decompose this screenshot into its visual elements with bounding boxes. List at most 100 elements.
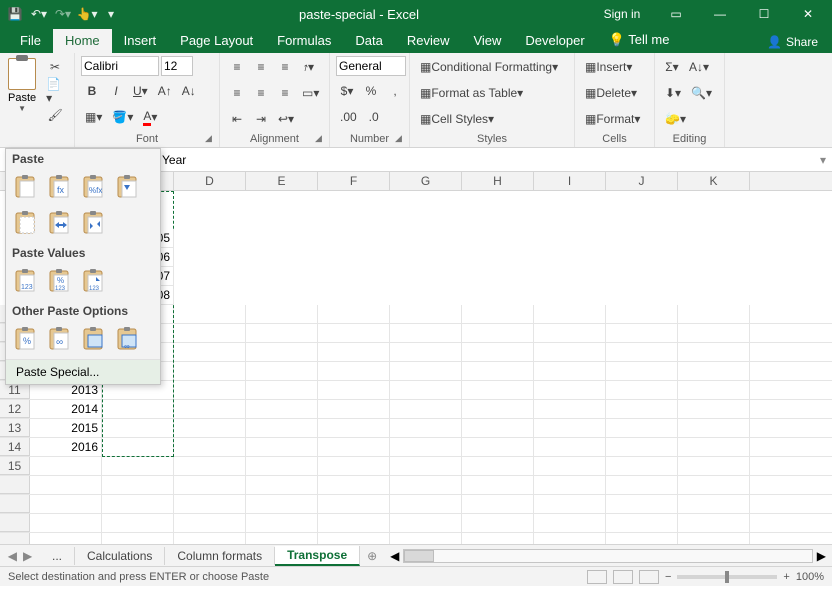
col-header[interactable]: J [606, 172, 678, 190]
cell[interactable] [534, 324, 606, 342]
cell[interactable]: 2016 [30, 438, 102, 456]
cell[interactable] [318, 400, 390, 418]
sheet-tab[interactable]: ... [40, 547, 75, 565]
tab-home[interactable]: Home [53, 29, 112, 53]
cell[interactable] [246, 457, 318, 475]
cell[interactable] [606, 438, 678, 456]
cell[interactable] [606, 400, 678, 418]
tab-developer[interactable]: Developer [513, 29, 596, 53]
bold-button[interactable]: B [81, 80, 103, 102]
cell[interactable] [246, 419, 318, 437]
cell[interactable] [390, 343, 462, 361]
comma-format-icon[interactable]: , [384, 80, 406, 102]
cell[interactable] [534, 419, 606, 437]
orientation-icon[interactable]: ⭎▾ [298, 56, 320, 78]
cell[interactable] [102, 457, 174, 475]
cell[interactable] [246, 438, 318, 456]
row-header[interactable]: 12 [0, 400, 30, 418]
cell[interactable] [606, 362, 678, 380]
cell[interactable] [462, 400, 534, 418]
close-icon[interactable]: ✕ [788, 0, 828, 28]
font-size-input[interactable] [161, 56, 193, 76]
cell[interactable] [390, 438, 462, 456]
cell[interactable] [318, 305, 390, 323]
fill-icon[interactable]: ⬇▾ [661, 82, 685, 104]
cell[interactable] [606, 381, 678, 399]
cell[interactable] [102, 400, 174, 418]
cell[interactable] [246, 324, 318, 342]
share-button[interactable]: 👤 Share [753, 31, 832, 53]
cut-icon[interactable]: ✂ [42, 56, 68, 78]
cell-styles-button[interactable]: ▦ Cell Styles▾ [416, 108, 571, 130]
paste-keep-source-formatting-icon[interactable] [114, 173, 142, 203]
paste-dropdown-arrow[interactable]: ▼ [18, 104, 26, 113]
cell[interactable] [174, 343, 246, 361]
number-format-select[interactable] [336, 56, 406, 76]
cell[interactable] [534, 305, 606, 323]
insert-cells-button[interactable]: ▦ Insert▾ [581, 56, 651, 78]
cell[interactable] [678, 324, 750, 342]
cell[interactable] [606, 305, 678, 323]
cell[interactable] [606, 343, 678, 361]
paste-formulas-icon[interactable]: fx [46, 173, 74, 203]
cell[interactable] [102, 419, 174, 437]
col-header[interactable]: K [678, 172, 750, 190]
row-header[interactable]: 14 [0, 438, 30, 456]
cell[interactable] [318, 381, 390, 399]
accounting-format-icon[interactable]: $▾ [336, 80, 358, 102]
format-as-table-button[interactable]: ▦ Format as Table▾ [416, 82, 571, 104]
cell[interactable] [318, 438, 390, 456]
sort-filter-icon[interactable]: A↓▾ [685, 56, 713, 78]
cell[interactable] [534, 362, 606, 380]
find-select-icon[interactable]: 🔍▾ [687, 82, 716, 104]
cell[interactable] [174, 457, 246, 475]
cell[interactable] [462, 457, 534, 475]
cell[interactable] [462, 419, 534, 437]
decrease-font-button[interactable]: A↓ [178, 80, 200, 102]
cell[interactable] [318, 419, 390, 437]
view-pagebreak-icon[interactable] [639, 570, 659, 584]
cell[interactable] [174, 438, 246, 456]
cell[interactable] [606, 457, 678, 475]
increase-font-button[interactable]: A↑ [154, 80, 176, 102]
cell[interactable] [390, 419, 462, 437]
conditional-formatting-button[interactable]: ▦ Conditional Formatting▾ [416, 56, 571, 78]
tab-formulas[interactable]: Formulas [265, 29, 343, 53]
cell[interactable]: 2015 [30, 419, 102, 437]
hscroll-left-icon[interactable]: ◀ [390, 549, 399, 563]
tab-file[interactable]: File [8, 29, 53, 53]
cell[interactable] [534, 381, 606, 399]
cell[interactable] [246, 305, 318, 323]
cell[interactable] [534, 457, 606, 475]
paste-button[interactable]: Paste ▼ [6, 56, 38, 115]
paste-linked-picture-icon[interactable]: ∞ [114, 325, 142, 355]
undo-icon[interactable]: ↶▾ [28, 3, 50, 25]
expand-formula-bar-icon[interactable]: ▾ [814, 153, 832, 167]
col-header[interactable]: E [246, 172, 318, 190]
paste-formatting-icon[interactable]: % [12, 325, 40, 355]
underline-button[interactable]: U▾ [129, 80, 152, 102]
align-bottom-icon[interactable]: ≡ [274, 56, 296, 78]
view-pagelayout-icon[interactable] [613, 570, 633, 584]
paste-values-icon[interactable]: 123 [12, 267, 40, 297]
touch-mode-icon[interactable]: 👆▾ [76, 3, 98, 25]
cell[interactable] [678, 457, 750, 475]
cell[interactable] [678, 381, 750, 399]
cell[interactable] [462, 343, 534, 361]
col-header[interactable]: F [318, 172, 390, 190]
cell[interactable] [462, 362, 534, 380]
cell[interactable] [606, 324, 678, 342]
increase-indent-icon[interactable]: ⇥ [250, 108, 272, 130]
paste-values-source-formatting-icon[interactable]: 123 [80, 267, 108, 297]
paste-link-icon[interactable]: ∞ [46, 325, 74, 355]
row-header[interactable]: 15 [0, 457, 30, 475]
copy-icon[interactable]: 📄▾ [42, 80, 68, 102]
cell[interactable]: 2014 [30, 400, 102, 418]
add-sheet-icon[interactable]: ⊕ [360, 549, 384, 563]
customize-qat-icon[interactable]: ▾ [100, 3, 122, 25]
col-header[interactable]: H [462, 172, 534, 190]
hscroll-right-icon[interactable]: ▶ [817, 549, 826, 563]
cell[interactable] [534, 343, 606, 361]
cell[interactable] [174, 305, 246, 323]
tab-page-layout[interactable]: Page Layout [168, 29, 265, 53]
